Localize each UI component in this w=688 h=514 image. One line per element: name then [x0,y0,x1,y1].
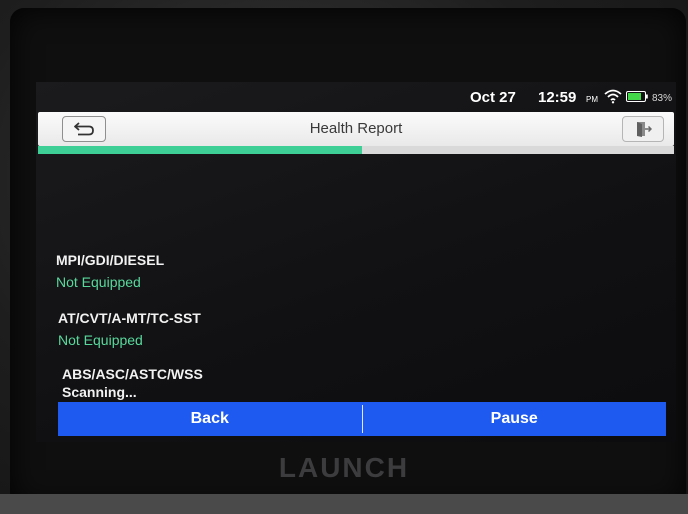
exit-door-icon [637,122,652,137]
list-item: MPI/GDI/DIESEL Not Equipped [56,252,656,290]
page-title: Health Report [309,120,403,137]
progress-bar [38,146,674,154]
device-screen: Oct 27 12:59 PM 83% Health Report MPI/GD… [36,82,676,442]
list-item: ABS/ASC/ASTC/WSS Scanning... [62,366,662,400]
exit-button[interactable] [622,116,664,142]
progress-fill [38,146,363,154]
system-name: ABS/ASC/ASTC/WSS [62,366,203,382]
system-name: MPI/GDI/DIESEL [56,252,165,268]
action-bar: Back Pause [58,402,666,436]
system-status: Not Equipped [56,274,141,290]
list-item: AT/CVT/A-MT/TC-SST Not Equipped [58,310,658,348]
status-bar: Oct 27 12:59 PM 83% [36,82,676,112]
system-name: AT/CVT/A-MT/TC-SST [58,310,201,326]
back-button[interactable]: Back [58,402,362,436]
system-status: Not Equipped [58,332,143,348]
battery-icon [626,91,648,102]
system-status: Scanning... [62,384,137,400]
status-time: 12:59 [538,89,577,106]
status-date: Oct 27 [470,89,516,106]
table-surface [0,494,688,514]
status-ampm: PM [586,95,598,104]
title-bar: Health Report [38,112,674,146]
wifi-icon [604,89,622,104]
brand-logo: LAUNCH [278,452,410,483]
battery-percent: 83% [652,93,673,104]
pause-button[interactable]: Pause [363,402,667,436]
